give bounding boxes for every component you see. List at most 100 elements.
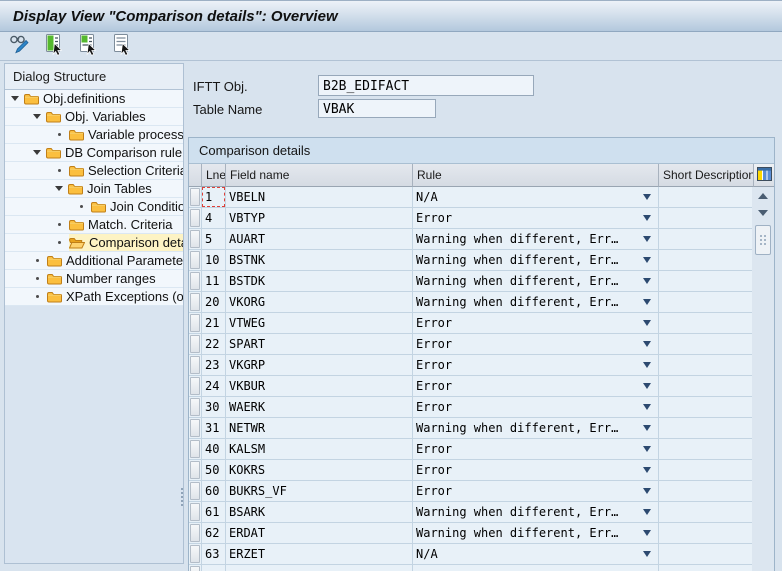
row-select-button[interactable] — [189, 208, 202, 229]
cell-rule-dropdown[interactable]: Error — [413, 481, 659, 502]
tree-item-match-criteria[interactable]: Match. Criteria — [5, 216, 183, 234]
row-select-button[interactable] — [189, 502, 202, 523]
dropdown-arrow-icon[interactable] — [643, 383, 651, 389]
table-row: 62ERDATWarning when different, Err… — [189, 523, 774, 544]
cell-lne: 31 — [202, 418, 226, 439]
cell-rule-dropdown[interactable]: Error — [413, 397, 659, 418]
dropdown-arrow-icon[interactable] — [643, 509, 651, 515]
column-header-short-description[interactable]: Short Description — [659, 164, 754, 187]
column-header-lne[interactable]: Lne — [202, 164, 226, 187]
rule-value: Error — [416, 211, 452, 225]
dropdown-arrow-icon[interactable] — [643, 362, 651, 368]
cell-rule-dropdown[interactable]: Error — [413, 313, 659, 334]
dropdown-arrow-icon[interactable] — [643, 446, 651, 452]
cell-rule-dropdown[interactable]: Warning when different, Err… — [413, 523, 659, 544]
row-select-button[interactable] — [189, 271, 202, 292]
cell-field-name — [226, 565, 413, 571]
cell-short-description — [659, 292, 754, 313]
table-caption: Comparison details — [189, 138, 774, 164]
cell-rule-dropdown[interactable]: Error — [413, 460, 659, 481]
dropdown-arrow-icon[interactable] — [643, 257, 651, 263]
panel-splitter-handle[interactable] — [180, 488, 184, 508]
tree-expander-icon[interactable] — [33, 150, 41, 155]
row-select-button[interactable] — [189, 313, 202, 334]
dropdown-arrow-icon[interactable] — [643, 236, 651, 242]
row-select-button[interactable] — [189, 292, 202, 313]
row-select-button[interactable] — [189, 397, 202, 418]
column-header-selector[interactable] — [189, 164, 202, 187]
tree-item-variable-processing[interactable]: Variable processing — [5, 126, 183, 144]
table-name-field[interactable]: VBAK — [318, 99, 436, 118]
cell-rule-dropdown[interactable]: Warning when different, Err… — [413, 502, 659, 523]
cell-rule-dropdown[interactable]: Warning when different, Err… — [413, 229, 659, 250]
tree-expander-icon[interactable] — [33, 114, 41, 119]
tree-item-obj-variables[interactable]: Obj. Variables — [5, 108, 183, 126]
cell-rule-dropdown[interactable]: Error — [413, 355, 659, 376]
dropdown-arrow-icon[interactable] — [643, 341, 651, 347]
cell-rule-dropdown[interactable]: Error — [413, 334, 659, 355]
cell-rule-dropdown[interactable]: N/A — [413, 187, 659, 208]
cell-rule-dropdown[interactable]: Error — [413, 439, 659, 460]
tree-expander-icon[interactable] — [55, 186, 63, 191]
cell-rule-dropdown[interactable]: Warning when different, Err… — [413, 418, 659, 439]
scroll-up-button[interactable] — [755, 187, 771, 204]
tree-item-selection-criteria[interactable]: Selection Criteria — [5, 162, 183, 180]
tree-item-xpath-exceptions-optional[interactable]: XPath Exceptions (optional) — [5, 288, 183, 306]
scroll-down-button[interactable] — [755, 204, 771, 221]
tree-item-join-tables[interactable]: Join Tables — [5, 180, 183, 198]
dropdown-arrow-icon[interactable] — [643, 215, 651, 221]
tree-item-additional-parameters[interactable]: Additional Parameters — [5, 252, 183, 270]
row-select-button[interactable] — [189, 334, 202, 355]
dropdown-arrow-icon[interactable] — [643, 278, 651, 284]
row-select-button[interactable] — [189, 439, 202, 460]
tree-item-join-conditions[interactable]: Join Conditions — [5, 198, 183, 216]
tree-item-db-comparison-rule[interactable]: DB Comparison rule — [5, 144, 183, 162]
select-block-button[interactable] — [75, 35, 100, 59]
row-select-button[interactable] — [189, 376, 202, 397]
deselect-all-button[interactable] — [109, 35, 134, 59]
tree-item-comparison-details[interactable]: Comparison details — [5, 234, 183, 252]
cell-rule-dropdown[interactable]: Warning when different, Err… — [413, 292, 659, 313]
cell-rule-dropdown[interactable]: Warning when different, Err… — [413, 250, 659, 271]
dropdown-arrow-icon[interactable] — [643, 194, 651, 200]
column-header-field-name[interactable]: Field name — [226, 164, 413, 187]
row-select-button[interactable] — [189, 187, 202, 208]
dropdown-arrow-icon[interactable] — [643, 488, 651, 494]
scrollbar-thumb[interactable] — [755, 225, 771, 255]
column-header-rule[interactable]: Rule — [413, 164, 659, 187]
cell-rule-dropdown[interactable] — [413, 565, 659, 571]
row-select-button[interactable] — [189, 229, 202, 250]
tree-item-number-ranges[interactable]: Number ranges — [5, 270, 183, 288]
cell-short-description — [659, 481, 754, 502]
dropdown-arrow-icon[interactable] — [643, 320, 651, 326]
dropdown-arrow-icon[interactable] — [643, 299, 651, 305]
row-select-button[interactable] — [189, 418, 202, 439]
cell-rule-dropdown[interactable]: Error — [413, 376, 659, 397]
dropdown-arrow-icon[interactable] — [643, 530, 651, 536]
row-select-button[interactable] — [189, 565, 202, 571]
table-configuration-button[interactable] — [754, 164, 775, 187]
tree-item-obj-definitions[interactable]: Obj.definitions — [5, 90, 183, 108]
tree-header: Dialog Structure — [5, 64, 183, 90]
dropdown-arrow-icon[interactable] — [643, 551, 651, 557]
display-change-button[interactable] — [7, 35, 32, 59]
folder-icon — [24, 93, 39, 105]
row-select-button[interactable] — [189, 544, 202, 565]
arrow-down-icon — [758, 210, 768, 216]
row-select-button[interactable] — [189, 460, 202, 481]
tree-expander-icon[interactable] — [11, 96, 19, 101]
select-all-button[interactable] — [41, 35, 66, 59]
dropdown-arrow-icon[interactable] — [643, 425, 651, 431]
row-select-button[interactable] — [189, 250, 202, 271]
cell-rule-dropdown[interactable]: Warning when different, Err… — [413, 271, 659, 292]
cell-rule-dropdown[interactable]: N/A — [413, 544, 659, 565]
row-select-button[interactable] — [189, 523, 202, 544]
cell-rule-dropdown[interactable]: Error — [413, 208, 659, 229]
row-select-button[interactable] — [189, 481, 202, 502]
tree-leaf-bullet-icon — [36, 295, 39, 298]
row-select-button[interactable] — [189, 355, 202, 376]
dropdown-arrow-icon[interactable] — [643, 467, 651, 473]
cell-field-name: VBTYP — [226, 208, 413, 229]
iftt-obj-field[interactable]: B2B_EDIFACT — [318, 75, 534, 96]
dropdown-arrow-icon[interactable] — [643, 404, 651, 410]
